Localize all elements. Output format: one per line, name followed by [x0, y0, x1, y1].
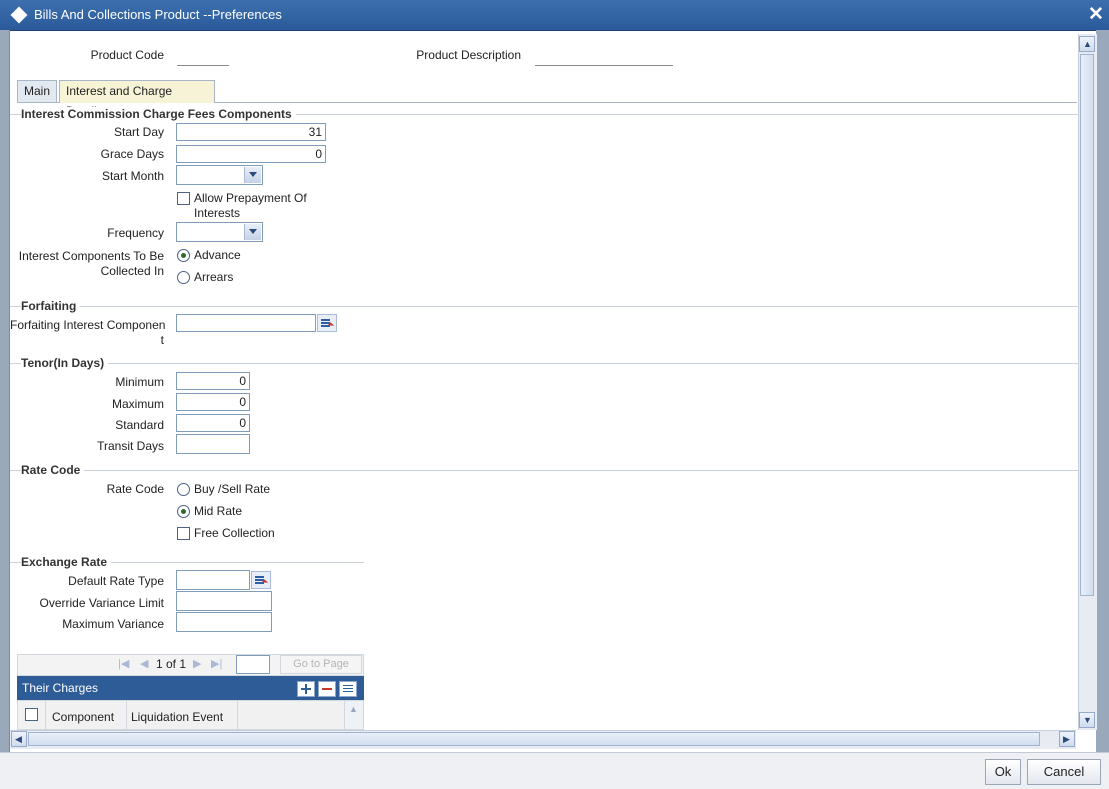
previous-page-icon[interactable]: ◀ — [140, 657, 148, 670]
product-code-field[interactable] — [177, 64, 229, 66]
scroll-left-icon[interactable]: ◀ — [11, 731, 27, 747]
forfaiting-section-divider — [10, 306, 1078, 307]
collected-in-label-cont: Collected In — [100, 264, 164, 278]
delete-row-icon[interactable] — [318, 681, 336, 697]
frequency-label: Frequency — [107, 226, 164, 240]
cancel-button[interactable]: Cancel — [1027, 759, 1101, 785]
start-day-label: Start Day — [113, 125, 164, 139]
scroll-right-icon[interactable]: ▶ — [1059, 731, 1075, 747]
column-divider — [45, 700, 46, 730]
window-title: Bills And Collections Product --Preferen… — [34, 7, 282, 22]
free-collection-checkbox[interactable] — [177, 527, 190, 540]
transit-days-label: Transit Days — [97, 439, 164, 453]
window-right-border — [1096, 30, 1109, 752]
ok-button[interactable]: Ok — [985, 759, 1021, 785]
product-code-label: Product Code — [90, 48, 164, 62]
advance-label: Advance — [194, 248, 241, 262]
mid-rate-radio[interactable] — [177, 505, 190, 518]
arrears-radio[interactable] — [177, 271, 190, 284]
tab-main[interactable]: Main — [17, 80, 57, 102]
default-rate-type-input[interactable] — [176, 570, 250, 590]
interest-section-heading: Interest Commission Charge Fees Componen… — [21, 107, 296, 121]
rate-code-section-divider — [10, 470, 1078, 471]
advance-radio[interactable] — [177, 249, 190, 262]
tenor-section-divider — [10, 363, 1078, 364]
pager-status: 1 of 1 — [156, 657, 187, 671]
their-charges-title: Their Charges — [22, 681, 99, 695]
start-month-select[interactable] — [176, 165, 263, 185]
scroll-down-icon[interactable]: ▼ — [1079, 712, 1095, 728]
transit-days-input[interactable] — [176, 434, 250, 454]
rate-code-section-heading: Rate Code — [21, 463, 85, 477]
standard-label: Standard — [115, 418, 164, 432]
grace-days-label: Grace Days — [100, 147, 164, 161]
minimum-label: Minimum — [115, 375, 164, 389]
allow-prepayment-checkbox[interactable] — [177, 192, 190, 205]
dialog-footer — [0, 752, 1109, 789]
rate-code-label: Rate Code — [106, 482, 164, 496]
column-divider — [126, 700, 127, 730]
tenor-section-heading: Tenor(In Days) — [21, 356, 109, 370]
first-page-icon[interactable]: |◀ — [118, 657, 129, 670]
start-day-input[interactable]: 31 — [176, 123, 326, 141]
list-of-values-icon[interactable] — [317, 314, 337, 332]
override-variance-limit-input[interactable] — [176, 591, 272, 611]
buy-sell-rate-radio[interactable] — [177, 483, 190, 496]
product-description-label: Product Description — [416, 48, 521, 62]
column-divider — [237, 700, 238, 730]
maximum-label: Maximum — [111, 397, 164, 411]
last-page-icon[interactable]: ▶| — [211, 657, 222, 670]
standard-input[interactable]: 0 — [176, 414, 250, 432]
allow-prepayment-label-cont: Interests — [194, 206, 241, 220]
exchange-rate-section-heading: Exchange Rate — [21, 555, 112, 569]
minimum-input[interactable]: 0 — [176, 372, 250, 390]
grace-days-input[interactable]: 0 — [176, 145, 326, 163]
arrears-label: Arrears — [194, 270, 234, 284]
frequency-select[interactable] — [176, 222, 263, 242]
scroll-up-icon[interactable]: ▲ — [1079, 36, 1095, 52]
maximum-variance-input[interactable] — [176, 612, 272, 632]
maximum-input[interactable]: 0 — [176, 393, 250, 411]
allow-prepayment-label: Allow Prepayment Of — [194, 191, 307, 205]
tab-interest-and-charge-details[interactable]: Interest and Charge Details — [59, 80, 215, 118]
collected-in-label: Interest Components To Be — [18, 249, 164, 263]
forfaiting-section-heading: Forfaiting — [21, 299, 81, 313]
vertical-scroll-thumb[interactable] — [1080, 54, 1094, 596]
add-row-icon[interactable] — [297, 681, 315, 697]
maximum-variance-label: Maximum Variance — [62, 617, 164, 631]
start-month-label: Start Month — [101, 169, 164, 183]
forfaiting-component-label: Forfaiting Interest Componen — [10, 318, 166, 332]
window-left-border — [0, 30, 9, 752]
default-rate-type-label: Default Rate Type — [68, 574, 164, 588]
chevron-down-icon[interactable] — [244, 167, 261, 183]
go-to-page-button[interactable]: Go to Page — [280, 655, 362, 674]
page-number-input[interactable] — [236, 655, 270, 674]
mid-rate-label: Mid Rate — [194, 504, 243, 518]
column-component: Component — [52, 710, 115, 724]
buy-sell-rate-label: Buy /Sell Rate — [194, 482, 271, 496]
chevron-down-icon[interactable] — [244, 224, 261, 240]
column-liquidation-event: Liquidation Event — [131, 710, 224, 724]
list-of-values-icon[interactable] — [251, 571, 271, 589]
next-page-icon[interactable]: ▶ — [193, 657, 201, 670]
grid-scrollbar[interactable]: ▲ — [344, 701, 363, 729]
override-variance-limit-label: Override Variance Limit — [39, 596, 165, 610]
forfaiting-component-label-cont: t — [160, 333, 164, 347]
free-collection-label: Free Collection — [194, 526, 275, 540]
close-icon[interactable]: ✕ — [1088, 3, 1104, 26]
select-all-checkbox[interactable] — [25, 708, 38, 721]
horizontal-scroll-thumb[interactable] — [28, 732, 1040, 746]
product-description-field[interactable] — [535, 64, 673, 66]
row-details-icon[interactable] — [339, 681, 357, 697]
window-left-edge — [9, 30, 10, 752]
forfaiting-component-input[interactable] — [176, 314, 316, 332]
